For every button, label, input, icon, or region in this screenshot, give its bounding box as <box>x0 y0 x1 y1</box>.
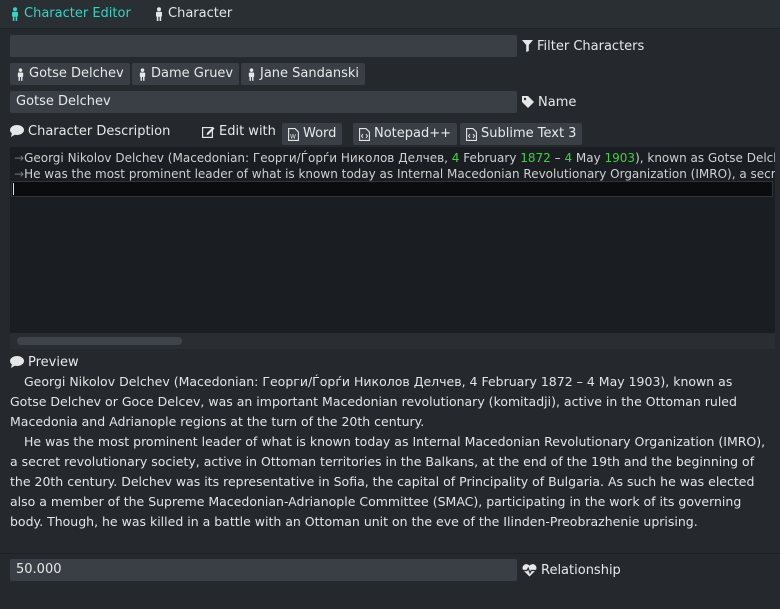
edit-icon <box>202 125 215 138</box>
preview-paragraph: He was the most prominent leader of what… <box>10 434 766 529</box>
code-file-icon <box>466 127 477 141</box>
character-description-label: Character Description <box>10 122 170 140</box>
edit-with-sublime-button[interactable]: Sublime Text 3 <box>460 123 583 145</box>
person-icon <box>10 7 20 21</box>
tab-label: Character <box>168 6 233 21</box>
code-file-icon <box>359 127 370 141</box>
tab-character[interactable]: Character <box>154 5 232 23</box>
word-file-icon: W <box>288 127 299 141</box>
tab-label: Character Editor <box>24 6 131 21</box>
person-icon <box>16 67 25 81</box>
relationship-input[interactable]: 50.000 <box>10 559 517 581</box>
name-label: Name <box>522 93 576 111</box>
tag-icon <box>522 96 534 108</box>
editor-current-line <box>11 181 773 197</box>
person-icon <box>154 7 164 21</box>
character-button-jane-sandanski[interactable]: Jane Sandanski <box>241 63 365 85</box>
comment-icon <box>10 356 24 368</box>
heartbeat-icon <box>522 563 537 577</box>
editor-horizontal-scrollbar[interactable] <box>10 333 775 349</box>
edit-with-notepadpp-button[interactable]: Notepad++ <box>353 123 458 145</box>
edit-with-label: Edit with <box>202 122 276 140</box>
name-input[interactable]: Gotse Delchev <box>10 91 517 113</box>
divider <box>0 553 780 554</box>
tab-character-editor[interactable]: Character Editor <box>10 5 131 23</box>
preview-label: Preview <box>10 353 79 371</box>
scrollbar-thumb[interactable] <box>17 337 182 345</box>
editor-caret <box>13 183 14 195</box>
editor-line-1: →Georgi Nikolov Delchev (Macedonian: Гео… <box>14 151 775 165</box>
comment-icon <box>10 125 24 137</box>
edit-with-word-button[interactable]: W Word <box>282 123 343 145</box>
person-icon <box>138 67 147 81</box>
filter-icon <box>522 40 533 52</box>
description-preview: Georgi Nikolov Delchev (Macedonian: Геор… <box>10 372 770 532</box>
character-button-gotse-delchev[interactable]: Gotse Delchev <box>10 63 130 85</box>
person-icon <box>247 67 256 81</box>
top-tab-bar: Character Editor Character <box>0 0 780 29</box>
svg-text:W: W <box>290 133 296 140</box>
description-editor[interactable]: →Georgi Nikolov Delchev (Macedonian: Гео… <box>10 147 775 349</box>
editor-line-2: →He was the most prominent leader of wha… <box>14 167 775 181</box>
relationship-label: Relationship <box>522 561 621 579</box>
preview-paragraph: Georgi Nikolov Delchev (Macedonian: Геор… <box>10 374 737 429</box>
filter-label: Filter Characters <box>522 37 644 55</box>
filter-input[interactable] <box>10 35 517 57</box>
character-button-dame-gruev[interactable]: Dame Gruev <box>132 63 240 85</box>
